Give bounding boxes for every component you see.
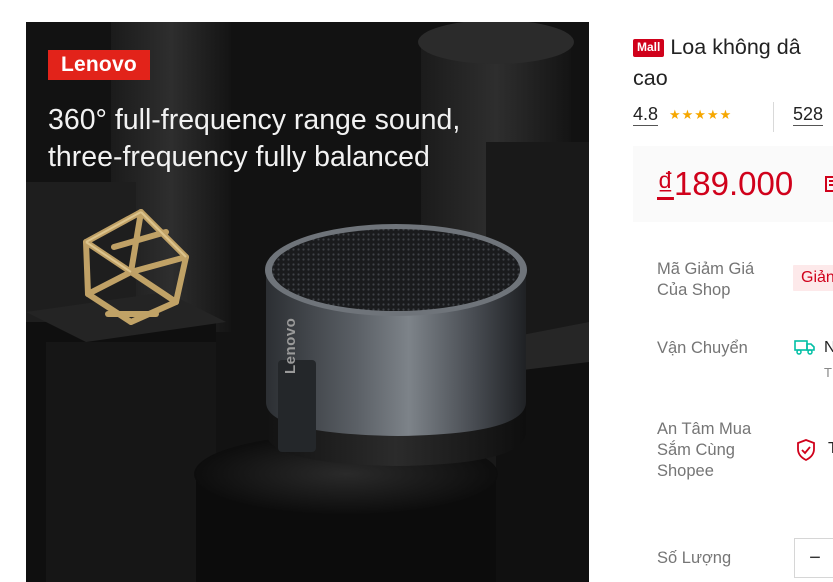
price-amount: 189.000 [673,165,794,202]
quantity-decrease-button[interactable]: − [795,539,833,577]
speaker-logo: Lenovo [282,317,299,374]
headline-line-1: 360° full-frequency range sound, [48,104,461,136]
shipping-label: Vận Chuyển [657,339,748,357]
voucher-label: Mã Giảm Giá Của Shop [657,260,755,299]
guarantee-text: T [828,440,833,457]
quantity-label: Số Lượng [657,549,732,567]
quantity-stepper: − [794,538,833,578]
discount-icon [825,176,833,192]
rating-value[interactable]: 4.8 [633,104,659,126]
product-title-text: Loa không dâ [670,35,801,59]
price-box: ₫189.000 [633,146,833,222]
product-image[interactable]: Lenovo 360° full-frequency range sound, … [26,22,589,582]
mall-badge: Mall [633,39,665,57]
price: ₫189.000 [657,164,793,204]
price-currency: ₫ [657,165,674,202]
product-title-line-2: cao [633,66,668,90]
shipping-subtext: T [824,365,832,380]
rating-divider [773,102,774,132]
brand-tag: Lenovo [48,50,150,80]
truck-icon [794,340,815,355]
voucher-chip[interactable]: Giản [793,265,833,291]
review-count[interactable]: 528 [793,104,824,126]
product-title: Mall Loa không dâ cao [633,32,833,94]
image-headline: 360° full-frequency range sound, three-f… [48,102,568,176]
product-info-panel: Mall Loa không dâ cao 4.8 ★★★★★ 528 ₫189.… [632,22,833,582]
product-title-line-1: Mall Loa không dâ [633,32,833,63]
headline-line-2: three-frequency fully balanced [48,141,430,173]
star-icons: ★★★★★ [669,107,733,122]
rating-row: 4.8 ★★★★★ 528 [633,102,833,132]
shield-check-icon [797,439,815,461]
shipping-text: N [824,339,833,356]
guarantee-label: An Tâm Mua Sắm Cùng Shopee [657,420,752,480]
